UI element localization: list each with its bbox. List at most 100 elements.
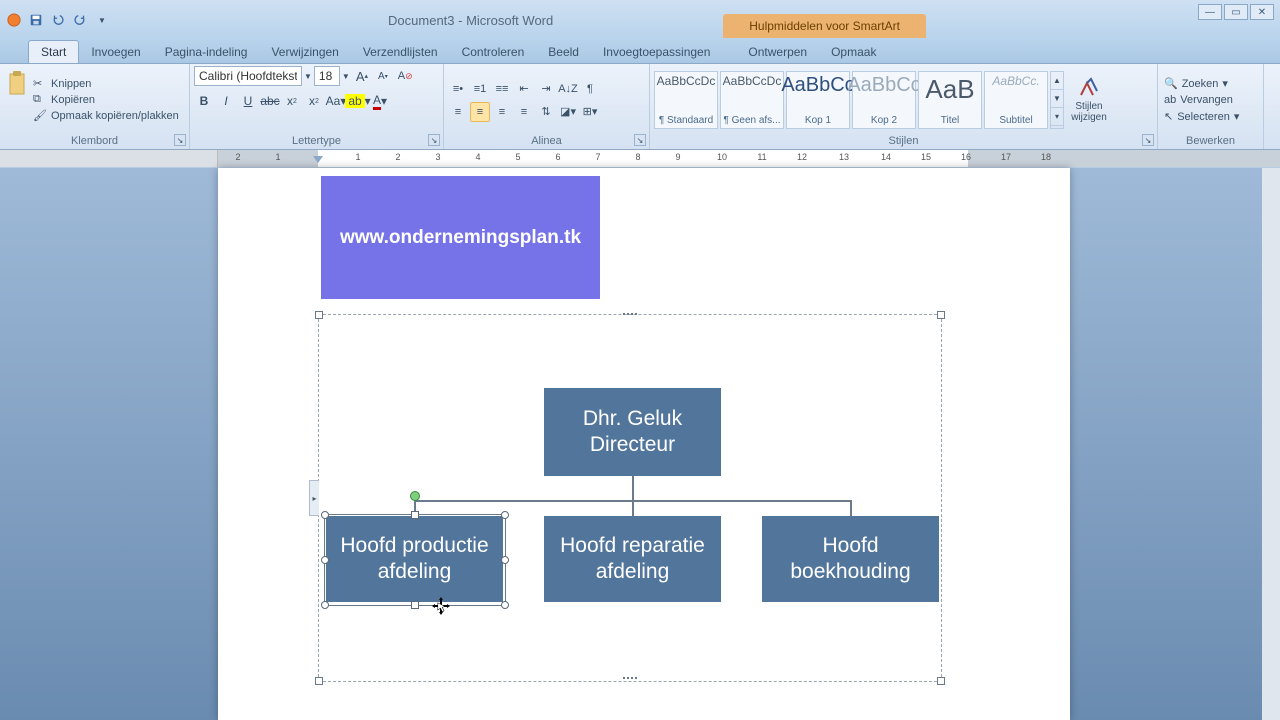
multilevel-button[interactable]: ≡≡ xyxy=(492,79,512,99)
smartart-handle-bl[interactable] xyxy=(315,677,323,685)
italic-button[interactable]: I xyxy=(216,91,236,111)
style-titel[interactable]: AaBTitel xyxy=(918,71,982,129)
bullets-button[interactable]: ≡• xyxy=(448,79,468,99)
align-left-button[interactable]: ≡ xyxy=(448,102,468,122)
undo-icon[interactable] xyxy=(50,12,66,28)
highlight-button[interactable]: ab▾ xyxy=(348,91,368,111)
org-node-bookkeeping[interactable]: Hoofd boekhouding xyxy=(762,516,939,602)
ruler-margin-area xyxy=(0,150,218,167)
borders-button[interactable]: ⊞▾ xyxy=(580,102,600,122)
resize-handle-bm[interactable] xyxy=(411,601,419,609)
tab-beeld[interactable]: Beeld xyxy=(536,41,591,63)
style-kop2[interactable]: AaBbCcKop 2 xyxy=(852,71,916,129)
strikethrough-button[interactable]: abc xyxy=(260,91,280,111)
tab-ontwerpen[interactable]: Ontwerpen xyxy=(736,41,819,63)
change-case-button[interactable]: Aa▾ xyxy=(326,91,346,111)
font-dialog-launcher[interactable]: ↘ xyxy=(428,134,440,146)
style-subtitel[interactable]: AaBbCc.Subtitel xyxy=(984,71,1048,129)
clipboard-dialog-launcher[interactable]: ↘ xyxy=(174,134,186,146)
show-marks-button[interactable]: ¶ xyxy=(580,79,600,99)
change-styles-icon xyxy=(1077,77,1101,101)
style-standaard[interactable]: AaBbCcDc¶ Standaard xyxy=(654,71,718,129)
vertical-scrollbar[interactable] xyxy=(1262,168,1280,720)
horizontal-ruler[interactable]: 21123456789101112131415161718 xyxy=(218,150,1280,167)
find-button[interactable]: 🔍Zoeken ▾ xyxy=(1162,76,1241,91)
resize-handle-br[interactable] xyxy=(501,601,509,609)
connector-line xyxy=(632,500,634,516)
superscript-button[interactable]: x2 xyxy=(304,91,324,111)
underline-button[interactable]: U xyxy=(238,91,258,111)
tab-invoegen[interactable]: Invoegen xyxy=(79,41,152,63)
tab-pagina-indeling[interactable]: Pagina-indeling xyxy=(153,41,260,63)
font-name-dropdown-icon[interactable]: ▼ xyxy=(304,72,312,81)
font-group-label: Lettertype xyxy=(194,134,439,149)
banner-shape[interactable]: www.ondernemingsplan.tk xyxy=(321,176,600,299)
resize-handle-bl[interactable] xyxy=(321,601,329,609)
change-styles-button[interactable]: Stijlen wijzigen xyxy=(1066,71,1112,129)
smartart-handle-bottom[interactable] xyxy=(621,676,639,684)
clear-formatting-button[interactable]: A⊘ xyxy=(394,68,417,84)
align-right-button[interactable]: ≡ xyxy=(492,102,512,122)
font-color-button[interactable]: A▾ xyxy=(370,91,390,111)
copy-button[interactable]: ⧉Kopiëren xyxy=(33,93,179,107)
paragraph-dialog-launcher[interactable]: ↘ xyxy=(634,134,646,146)
tab-verwijzingen[interactable]: Verwijzingen xyxy=(259,41,350,63)
tab-verzendlijsten[interactable]: Verzendlijsten xyxy=(351,41,450,63)
cut-button[interactable]: ✂Knippen xyxy=(33,77,179,91)
office-button[interactable] xyxy=(6,12,22,28)
org-node-repair[interactable]: Hoofd reparatie afdeling xyxy=(544,516,721,602)
tab-opmaak[interactable]: Opmaak xyxy=(819,41,888,63)
shading-button[interactable]: ◪▾ xyxy=(558,102,578,122)
styles-more[interactable]: ▾ xyxy=(1051,108,1063,126)
org-node-production[interactable]: Hoofd productie afdeling xyxy=(326,516,503,602)
subscript-button[interactable]: x2 xyxy=(282,91,302,111)
line-spacing-button[interactable]: ⇅ xyxy=(536,102,556,122)
save-icon[interactable] xyxy=(28,12,44,28)
font-size-selector[interactable] xyxy=(314,66,340,86)
increase-indent-button[interactable]: ⇥ xyxy=(536,79,556,99)
smartart-textpane-toggle[interactable]: ▸ xyxy=(309,480,319,516)
tab-start[interactable]: Start xyxy=(28,40,79,63)
change-styles-label: Stijlen wijzigen xyxy=(1066,101,1112,123)
replace-icon: ab xyxy=(1164,94,1176,106)
grow-font-button[interactable]: A▴ xyxy=(352,67,372,86)
justify-button[interactable]: ≡ xyxy=(514,102,534,122)
font-name-selector[interactable] xyxy=(194,66,302,86)
smartart-handle-top[interactable] xyxy=(621,312,639,320)
clipboard-group-label: Klembord xyxy=(4,134,185,149)
style-kop1[interactable]: AaBbCcKop 1 xyxy=(786,71,850,129)
close-button[interactable]: ✕ xyxy=(1250,4,1274,20)
numbering-button[interactable]: ≡1 xyxy=(470,79,490,99)
styles-scroll-down[interactable]: ▼ xyxy=(1051,90,1063,108)
select-button[interactable]: ↖Selecteren ▾ xyxy=(1162,109,1241,124)
tab-invoegtoepassingen[interactable]: Invoegtoepassingen xyxy=(591,41,722,63)
smartart-container[interactable]: ▸ Dhr. Geluk Directeur Hoofd productie a… xyxy=(318,314,942,682)
font-size-dropdown-icon[interactable]: ▼ xyxy=(342,72,350,81)
format-painter-button[interactable]: 🖌Opmaak kopiëren/plakken xyxy=(33,109,179,123)
maximize-button[interactable]: ▭ xyxy=(1224,4,1248,20)
smartart-handle-br[interactable] xyxy=(937,677,945,685)
decrease-indent-button[interactable]: ⇤ xyxy=(514,79,534,99)
paste-button[interactable] xyxy=(4,70,30,130)
sort-button[interactable]: A↓Z xyxy=(558,79,578,99)
smartart-handle-tr[interactable] xyxy=(937,311,945,319)
minimize-button[interactable]: — xyxy=(1198,4,1222,20)
styles-scroll: ▲ ▼ ▾ xyxy=(1050,71,1064,129)
redo-icon[interactable] xyxy=(72,12,88,28)
tab-controleren[interactable]: Controleren xyxy=(450,41,537,63)
qat-dropdown-icon[interactable]: ▼ xyxy=(94,12,110,28)
org-node-director[interactable]: Dhr. Geluk Directeur xyxy=(544,388,721,476)
smartart-handle-tl[interactable] xyxy=(315,311,323,319)
binoculars-icon: 🔍 xyxy=(1164,77,1178,90)
style-geen-afstand[interactable]: AaBbCcDc¶ Geen afs... xyxy=(720,71,784,129)
shrink-font-button[interactable]: A▾ xyxy=(374,69,392,84)
connector-line xyxy=(414,500,416,516)
org-node-director-text: Dhr. Geluk Directeur xyxy=(583,406,682,459)
bold-button[interactable]: B xyxy=(194,91,214,111)
styles-scroll-up[interactable]: ▲ xyxy=(1051,72,1063,90)
editing-group-label: Bewerken xyxy=(1162,134,1259,149)
replace-button[interactable]: abVervangen xyxy=(1162,93,1241,107)
align-center-button[interactable]: ≡ xyxy=(470,102,490,122)
document-area: www.ondernemingsplan.tk ▸ Dhr. Geluk Dir… xyxy=(0,168,1280,720)
styles-dialog-launcher[interactable]: ↘ xyxy=(1142,134,1154,146)
